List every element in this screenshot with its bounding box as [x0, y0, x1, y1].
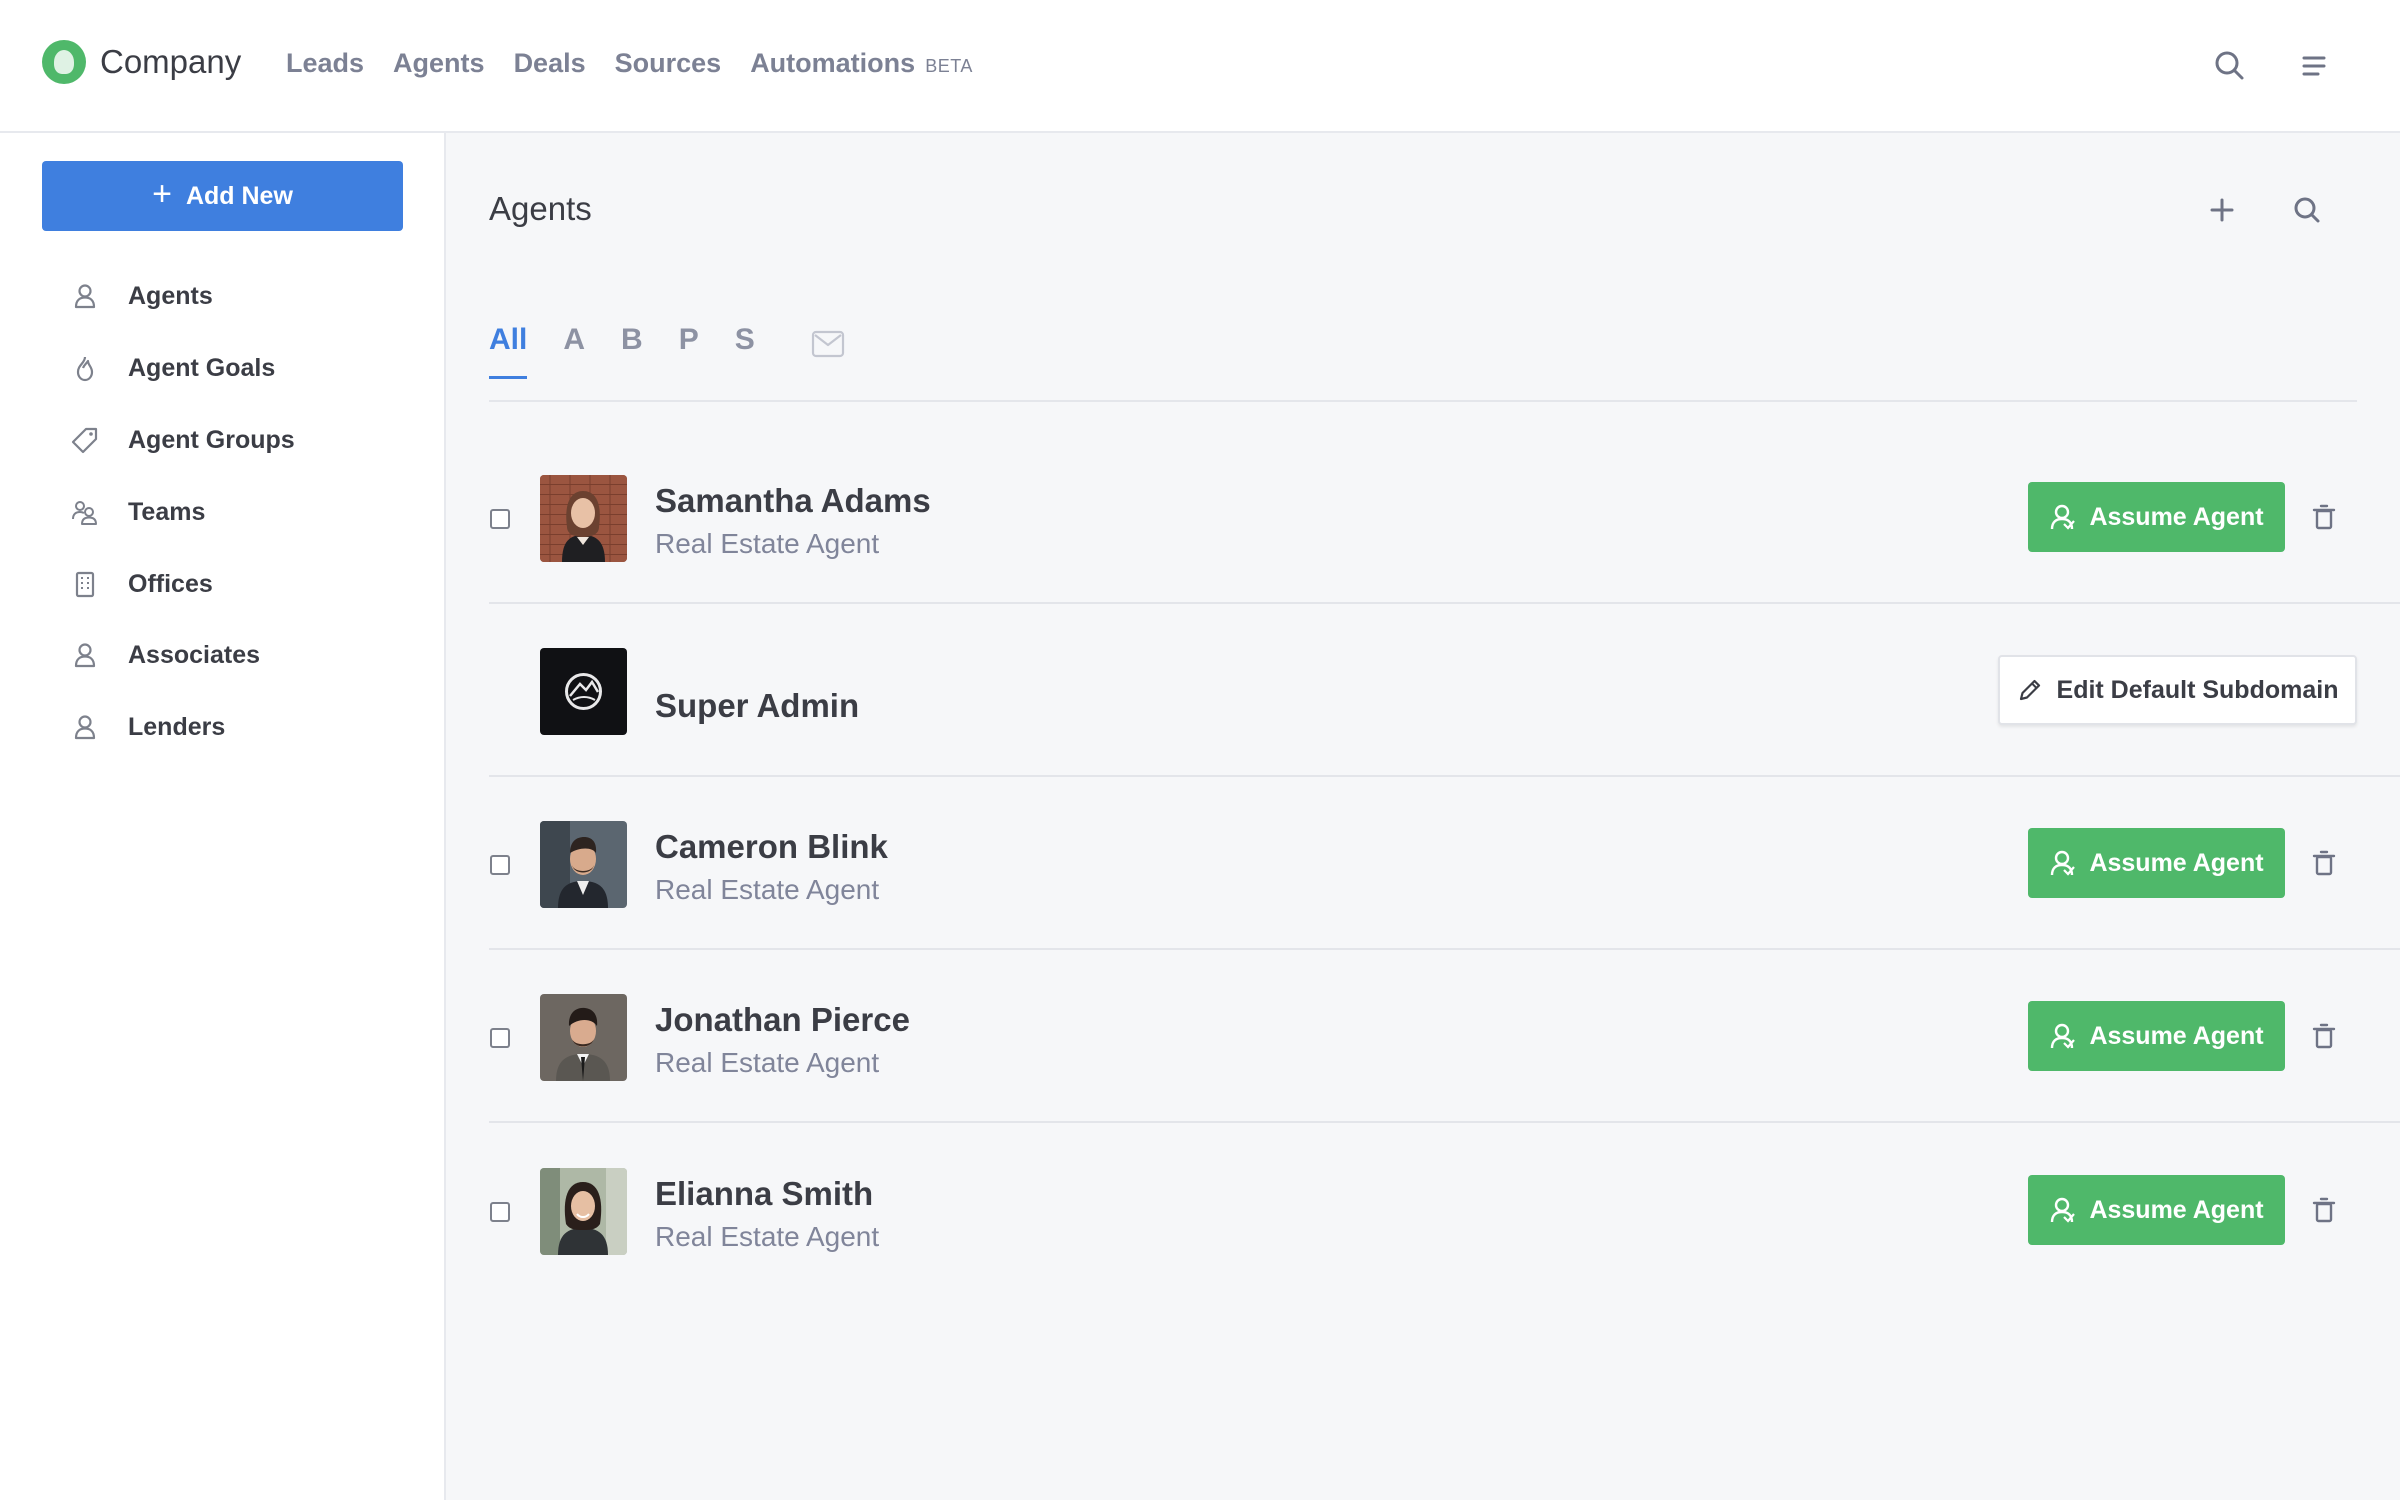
assume-agent-icon	[2051, 1197, 2076, 1223]
sidebar-item-teams[interactable]: Teams	[70, 492, 205, 532]
row-checkbox[interactable]	[490, 1028, 510, 1048]
agent-name[interactable]: Samantha Adams	[655, 482, 931, 520]
sidebar-item-label: Teams	[128, 497, 206, 526]
trash-icon[interactable]	[2309, 1195, 2339, 1225]
sidebar-item-label: Lenders	[128, 712, 226, 741]
tabs-divider	[489, 400, 2357, 402]
agent-role: Real Estate Agent	[655, 1221, 880, 1252]
avatar	[540, 994, 627, 1081]
row-checkbox[interactable]	[490, 1202, 510, 1222]
sidebar-item-lenders[interactable]: Lenders	[70, 707, 225, 747]
agent-name[interactable]: Super Admin	[655, 687, 859, 725]
row-checkbox[interactable]	[490, 855, 510, 875]
sidebar-item-associates[interactable]: Associates	[70, 635, 260, 675]
plus-icon[interactable]	[2202, 190, 2242, 230]
agent-role: Real Estate Agent	[655, 874, 880, 905]
nav-automations[interactable]: Automations	[750, 48, 915, 79]
table-row: Cameron Blink Real Estate Agent Assume A…	[489, 778, 2400, 950]
sidebar-item-agent-goals[interactable]: Agent Goals	[70, 348, 275, 388]
user-icon	[74, 284, 96, 309]
table-row: Jonathan Pierce Real Estate Agent Assume…	[489, 951, 2400, 1123]
table-row: Samantha Adams Real Estate Agent Assume …	[489, 432, 2400, 604]
pencil-icon	[2019, 679, 2040, 701]
assume-agent-icon	[2051, 1023, 2076, 1049]
assume-agent-icon	[2051, 504, 2076, 530]
beta-badge: BETA	[925, 56, 973, 76]
menu-icon[interactable]	[2294, 46, 2334, 86]
letter-filter-tabs: All A B P S	[489, 322, 845, 379]
assume-agent-button[interactable]: Assume Agent	[2028, 1175, 2285, 1245]
brand-name: Company	[100, 43, 242, 80]
table-row: Super Admin Edit Default Subdomain	[489, 605, 2400, 777]
sidebar-item-agents[interactable]: Agents	[70, 276, 213, 316]
assume-agent-button[interactable]: Assume Agent	[2028, 828, 2285, 898]
tab-s[interactable]: S	[735, 323, 755, 357]
trash-icon[interactable]	[2309, 848, 2339, 878]
sidebar-item-label: Agent Groups	[128, 425, 295, 454]
user-icon	[74, 643, 96, 668]
sidebar-item-label: Agent Goals	[128, 353, 276, 382]
assume-agent-icon	[2051, 850, 2076, 876]
agent-name[interactable]: Jonathan Pierce	[655, 1001, 910, 1039]
trash-icon[interactable]	[2309, 502, 2339, 532]
trash-icon[interactable]	[2309, 1021, 2339, 1051]
tab-b[interactable]: B	[621, 323, 643, 357]
agent-role: Real Estate Agent	[655, 1047, 880, 1078]
tab-p[interactable]: P	[679, 323, 699, 357]
avatar	[540, 821, 627, 908]
user-icon	[74, 715, 96, 740]
avatar	[540, 648, 627, 735]
team-icon	[72, 501, 97, 525]
sidebar-item-label: Agents	[128, 281, 213, 310]
brand[interactable]: Company	[42, 40, 241, 84]
search-icon[interactable]	[2287, 190, 2327, 230]
agent-name[interactable]: Elianna Smith	[655, 1175, 873, 1213]
nav-leads[interactable]: Leads	[286, 48, 364, 79]
agent-name[interactable]: Cameron Blink	[655, 828, 888, 866]
sidebar-item-agent-groups[interactable]: Agent Groups	[70, 420, 295, 460]
sidebar-item-label: Associates	[128, 640, 261, 669]
add-new-button[interactable]: + Add New	[42, 161, 403, 231]
company-logo-icon	[42, 40, 86, 84]
nav-deals[interactable]: Deals	[514, 48, 586, 79]
tag-icon	[71, 427, 98, 454]
tab-all[interactable]: All	[489, 323, 528, 379]
flame-icon	[76, 356, 94, 382]
assume-agent-label: Assume Agent	[2089, 1021, 2264, 1050]
assume-agent-label: Assume Agent	[2089, 1195, 2264, 1224]
tab-a[interactable]: A	[563, 323, 585, 357]
avatar	[540, 1168, 627, 1255]
assume-agent-label: Assume Agent	[2089, 502, 2264, 531]
assume-agent-button[interactable]: Assume Agent	[2028, 1001, 2285, 1071]
edit-default-subdomain-button[interactable]: Edit Default Subdomain	[1998, 655, 2357, 725]
building-icon	[75, 571, 95, 598]
row-checkbox[interactable]	[490, 509, 510, 529]
page-title: Agents	[489, 190, 592, 227]
add-new-label: Add New	[185, 181, 293, 210]
avatar	[540, 475, 627, 562]
sidebar-item-label: Offices	[128, 569, 213, 598]
agent-role: Real Estate Agent	[655, 528, 880, 559]
top-nav: Leads Agents Deals Sources Automations B…	[286, 48, 973, 79]
search-icon[interactable]	[2210, 46, 2250, 86]
sidebar-item-offices[interactable]: Offices	[70, 564, 213, 604]
sidebar: + Add New Agents Agent Goals Agent Group…	[0, 133, 446, 1500]
table-row: Elianna Smith Real Estate Agent Assume A…	[489, 1125, 2400, 1297]
edit-default-subdomain-label: Edit Default Subdomain	[2056, 675, 2339, 704]
nav-agents[interactable]: Agents	[393, 48, 485, 79]
nav-sources[interactable]: Sources	[615, 48, 722, 79]
top-bar: Company Leads Agents Deals Sources Autom…	[0, 0, 2400, 133]
plus-icon: +	[152, 175, 172, 213]
assume-agent-button[interactable]: Assume Agent	[2028, 482, 2285, 552]
assume-agent-label: Assume Agent	[2089, 848, 2264, 877]
mail-icon[interactable]	[811, 330, 845, 358]
